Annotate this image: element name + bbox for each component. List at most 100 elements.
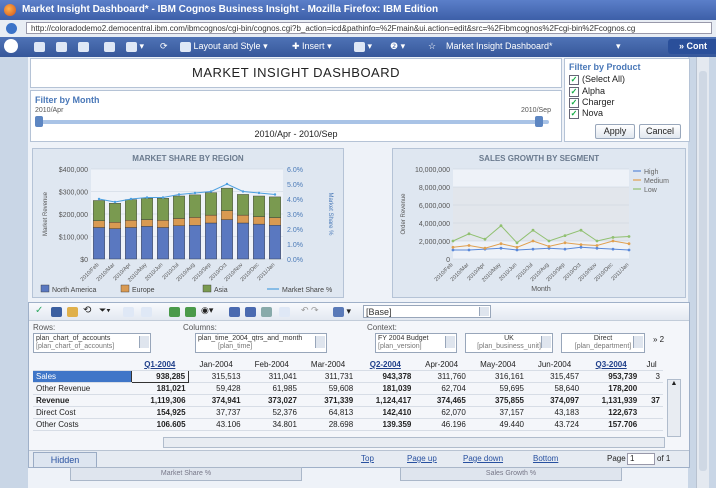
table-cell[interactable]: 139.359 xyxy=(356,418,415,431)
table-cell[interactable]: 375,855 xyxy=(468,394,527,407)
row-header[interactable]: Other Costs xyxy=(33,418,131,431)
undo-icon[interactable]: ↶ ↷ xyxy=(301,305,319,316)
month-header[interactable]: Jan-2004 xyxy=(188,359,244,371)
vertical-scrollbar[interactable] xyxy=(696,57,709,488)
table-cell[interactable]: 122,673 xyxy=(582,406,641,419)
table-cell[interactable]: 1,131,939 xyxy=(582,394,641,407)
table-cell[interactable]: 374,465 xyxy=(414,394,469,407)
context-version-selector[interactable]: FY 2004 Budget [plan_version] xyxy=(375,333,457,353)
slider-track[interactable] xyxy=(39,120,549,124)
context-business-unit-selector[interactable]: UK [plan_business_unit] xyxy=(465,333,553,353)
table-cell[interactable]: 34.801 xyxy=(243,418,300,431)
table-cell[interactable]: 59,608 xyxy=(299,382,357,395)
table-cell[interactable]: 1,124,417 xyxy=(356,394,415,407)
bottom-link[interactable]: Bottom xyxy=(533,454,558,463)
table-cell[interactable]: 154,925 xyxy=(131,406,189,419)
table-cell[interactable]: 311,760 xyxy=(414,370,469,383)
row-header[interactable]: Direct Cost xyxy=(33,406,131,419)
dropdown-arrow-icon[interactable]: ▾ xyxy=(616,41,621,52)
table-cell[interactable]: 43.106 xyxy=(188,418,244,431)
row-header[interactable]: Other Revenue xyxy=(33,382,131,395)
column-chart-icon[interactable] xyxy=(245,306,256,317)
month-header[interactable]: Apr-2004 xyxy=(414,359,469,371)
paste-icon[interactable] xyxy=(141,306,152,317)
table-cell[interactable]: 59,428 xyxy=(188,382,244,395)
chart-icon[interactable] xyxy=(169,306,180,317)
slider-start-handle[interactable] xyxy=(35,116,43,127)
table-cell[interactable]: 315,457 xyxy=(526,370,583,383)
more-context-button[interactable]: » 2 xyxy=(653,335,664,344)
layout-style-menu[interactable]: Layout and Style ▾ xyxy=(180,41,268,52)
filter-icon[interactable]: ⏷▾ xyxy=(99,305,111,316)
table-cell[interactable]: 61,985 xyxy=(243,382,300,395)
save-icon[interactable] xyxy=(78,41,89,52)
table-cell[interactable]: 311,041 xyxy=(243,370,300,383)
quarter-header[interactable]: Q1-2004 xyxy=(131,359,189,371)
table-cell[interactable] xyxy=(640,418,663,431)
table-cell[interactable]: 943,378 xyxy=(356,370,415,383)
check-icon[interactable]: ✓ xyxy=(35,305,43,316)
product-option-select-all[interactable]: ✓ (Select All) xyxy=(569,74,625,85)
table-icon[interactable] xyxy=(261,306,272,317)
refresh-icon[interactable]: ⟲ xyxy=(83,305,91,316)
table-cell[interactable]: 311,731 xyxy=(299,370,357,383)
table-cell[interactable]: 157.706 xyxy=(582,418,641,431)
quarter-header[interactable]: Q2-2004 xyxy=(356,359,415,371)
email-icon[interactable] xyxy=(104,41,115,52)
table-cell[interactable]: 1,119,306 xyxy=(131,394,189,407)
slider-end-handle[interactable] xyxy=(535,116,543,127)
share-icon[interactable]: ▾ xyxy=(354,41,372,52)
table-cell[interactable]: 3 xyxy=(640,370,663,383)
table-cell[interactable]: 43,183 xyxy=(526,406,583,419)
context-department-selector[interactable]: Direct [plan_department] xyxy=(561,333,645,353)
month-header[interactable]: Jun-2004 xyxy=(526,359,583,371)
page-down-link[interactable]: Page down xyxy=(463,454,503,463)
cut-icon[interactable] xyxy=(123,306,134,317)
table-cell[interactable]: 371,339 xyxy=(299,394,357,407)
checkbox[interactable]: ✓ xyxy=(569,108,579,119)
table-cell[interactable]: 52,376 xyxy=(243,406,300,419)
checkbox[interactable]: ✓ xyxy=(569,97,579,108)
table-cell[interactable]: 181,021 xyxy=(131,382,189,395)
save-icon[interactable] xyxy=(51,306,62,317)
table-cell[interactable]: 374,941 xyxy=(188,394,244,407)
rows-dimension-selector[interactable]: plan_chart_of_accounts [plan_chart_of_ac… xyxy=(33,333,151,353)
table-cell[interactable] xyxy=(640,406,663,419)
quarter-header[interactable]: Q3-2004 xyxy=(582,359,641,371)
table-cell[interactable]: 315,513 xyxy=(188,370,244,383)
row-header[interactable]: Sales xyxy=(33,370,131,383)
apply-button[interactable]: Apply xyxy=(595,124,635,139)
hidden-tab[interactable]: Hidden xyxy=(33,452,97,468)
table-cell[interactable]: 43.724 xyxy=(526,418,583,431)
table-cell[interactable]: 142,410 xyxy=(356,406,415,419)
insert-menu[interactable]: ✚ Insert ▾ xyxy=(292,41,332,52)
table-cell[interactable]: 953,739 xyxy=(582,370,641,383)
copy-icon[interactable] xyxy=(67,306,78,317)
table-cell[interactable] xyxy=(640,382,663,395)
scrollbar-thumb[interactable] xyxy=(699,71,707,471)
product-option-nova[interactable]: ✓ Nova xyxy=(569,108,603,119)
table-cell[interactable]: 49.440 xyxy=(468,418,527,431)
page-up-link[interactable]: Page up xyxy=(407,454,437,463)
grid-vertical-scrollbar[interactable]: ▲ xyxy=(667,379,681,437)
scroll-up-icon[interactable]: ▲ xyxy=(668,380,680,387)
open-icon[interactable] xyxy=(56,41,67,52)
month-header[interactable]: Jul xyxy=(640,359,663,371)
print-icon[interactable]: ▾ xyxy=(126,41,144,52)
table-cell[interactable]: 938,285 xyxy=(130,370,190,383)
table-cell[interactable]: 373,027 xyxy=(243,394,300,407)
continue-button[interactable]: » Cont xyxy=(668,39,716,54)
page-input[interactable]: 1 xyxy=(627,453,655,465)
table-cell[interactable]: 181,039 xyxy=(356,382,415,395)
table-cell[interactable]: 316,161 xyxy=(468,370,527,383)
base-selector[interactable]: [Base] xyxy=(363,305,491,318)
swap-icon[interactable] xyxy=(279,306,290,317)
table-cell[interactable]: 106.605 xyxy=(131,418,189,431)
top-link[interactable]: Top xyxy=(361,454,374,463)
row-header[interactable]: Revenue xyxy=(33,394,131,407)
grid-horizontal-scrollbar[interactable] xyxy=(163,437,665,448)
table-cell[interactable]: 62,704 xyxy=(414,382,469,395)
table-cell[interactable]: 37,157 xyxy=(468,406,527,419)
table-cell[interactable]: 374,097 xyxy=(526,394,583,407)
month-header[interactable]: Mar-2004 xyxy=(299,359,357,371)
